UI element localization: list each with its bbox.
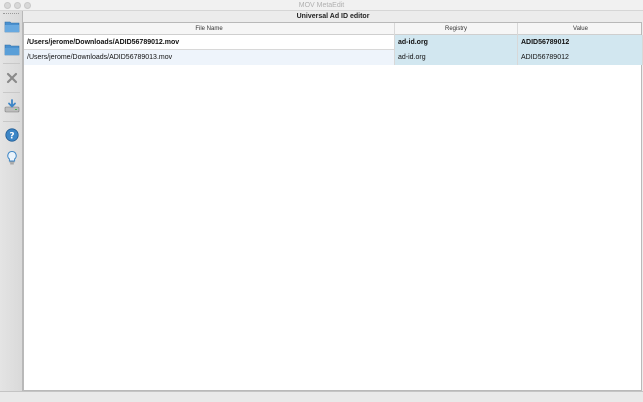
folder-open-icon — [4, 21, 19, 32]
about-button[interactable] — [3, 149, 20, 166]
column-header-file-name[interactable]: File Name — [24, 23, 395, 35]
ad-id-table: File Name Registry Value /Users/jerome/D… — [23, 22, 643, 391]
close-file-button[interactable] — [3, 69, 20, 86]
toolbar-separator — [3, 121, 20, 122]
editor-title: Universal Ad ID editor — [23, 11, 643, 22]
lightbulb-icon — [6, 150, 17, 164]
toolbar-separator — [3, 92, 20, 93]
toolbar-separator — [3, 63, 20, 64]
registry-cell[interactable]: ad-id.org — [395, 35, 518, 50]
svg-text:?: ? — [9, 131, 14, 141]
save-button[interactable] — [3, 97, 20, 114]
help-icon: ? — [4, 127, 19, 142]
open-directory-button[interactable] — [3, 40, 20, 57]
save-drive-icon — [4, 98, 19, 112]
file-name-cell[interactable]: /Users/jerome/Downloads/ADID56789012.mov — [24, 35, 395, 50]
value-cell[interactable]: ADID56789012 — [518, 35, 643, 50]
title-bar: MOV MetaEdit — [0, 0, 643, 11]
help-button[interactable]: ? — [3, 126, 20, 143]
table-row[interactable]: /Users/jerome/Downloads/ADID56789013.mov… — [24, 50, 643, 65]
window-title: MOV MetaEdit — [298, 2, 345, 9]
side-toolbar: ? — [0, 11, 23, 391]
app-window: MOV MetaEdit ? Universal Ad ID editor Fi… — [0, 0, 643, 402]
open-files-button[interactable] — [3, 17, 20, 34]
value-cell[interactable]: ADID56789012 — [518, 50, 643, 65]
file-name-cell[interactable]: /Users/jerome/Downloads/ADID56789013.mov — [24, 50, 395, 65]
column-header-value[interactable]: Value — [518, 23, 643, 35]
table-header: File Name Registry Value — [24, 23, 641, 35]
close-icon — [6, 72, 17, 83]
table-row[interactable]: /Users/jerome/Downloads/ADID56789012.mov… — [24, 35, 643, 50]
folder-icon — [4, 44, 19, 55]
column-header-registry[interactable]: Registry — [395, 23, 518, 35]
status-bar — [0, 391, 643, 402]
registry-cell[interactable]: ad-id.org — [395, 50, 518, 65]
toolbar-grip[interactable] — [3, 13, 19, 16]
